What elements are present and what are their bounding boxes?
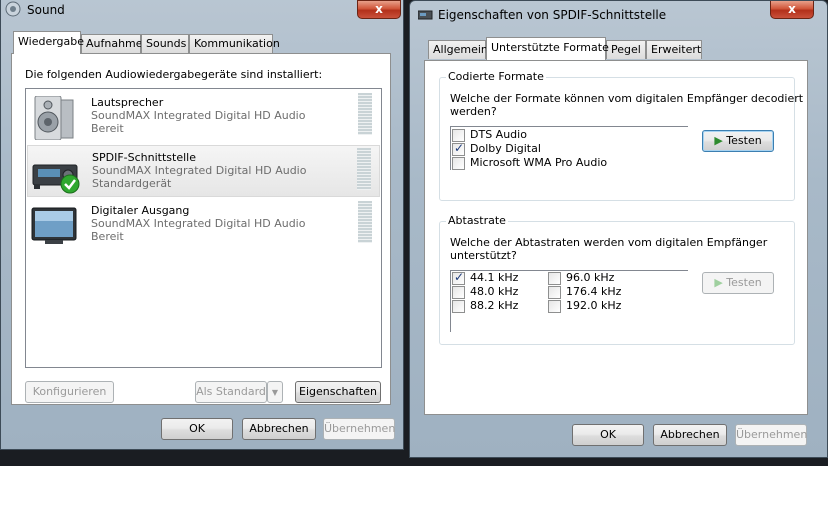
set-default-button[interactable]: Als Standard — [195, 381, 267, 403]
sound-apply-button[interactable]: Übernehmen — [323, 418, 395, 440]
set-default-dropdown[interactable]: ▼ — [267, 381, 283, 403]
rate-checkbox-44-1[interactable] — [452, 270, 465, 285]
set-default-label: Als Standard — [196, 385, 266, 398]
tab-label: Allgemein — [433, 43, 488, 56]
level-meter — [357, 148, 371, 190]
playback-panel: Die folgenden Audiowiedergabegeräte sind… — [11, 53, 391, 405]
properties-button[interactable]: Eigenschaften — [295, 381, 381, 403]
sample-rate-question: Welche der Abtastraten werden vom digita… — [450, 236, 768, 249]
level-meter — [358, 201, 372, 243]
sound-content: Wiedergabe Aufnahme Sounds Kommunikation… — [9, 29, 393, 411]
encoded-formats-group: Codierte Formate Welche der Formate könn… — [439, 70, 803, 201]
sound-titlebar[interactable]: Sound x — [1, 0, 403, 21]
default-device-check-icon — [60, 174, 80, 194]
tab-erweitert[interactable]: Erweitert — [646, 40, 702, 59]
sound-app-icon — [5, 1, 21, 17]
tab-aufnahme[interactable]: Aufnahme — [81, 34, 143, 53]
chevron-down-icon: ▼ — [271, 388, 279, 397]
sound-window-title: Sound — [27, 3, 65, 17]
props-close-button[interactable]: x — [770, 1, 814, 19]
encoded-test-label: Testen — [726, 134, 762, 147]
encoded-question: Welche der Formate können vom digitalen … — [450, 92, 804, 105]
device-driver: SoundMAX Integrated Digital HD Audio — [92, 164, 307, 177]
props-window-title: Eigenschaften von SPDIF-Schnittstelle — [438, 8, 667, 22]
device-name: SPDIF-Schnittstelle — [92, 151, 196, 164]
device-item-spdif[interactable]: SPDIF-Schnittstelle SoundMAX Integrated … — [27, 145, 380, 197]
props-cancel-button[interactable]: Abbrechen — [653, 424, 727, 446]
device-item-digitaler-ausgang[interactable]: Digitaler Ausgang SoundMAX Integrated Di… — [27, 199, 380, 251]
format-label-dts: DTS Audio — [470, 128, 527, 141]
tab-pegel[interactable]: Pegel — [606, 40, 646, 59]
sample-rate-question-line2: unterstützt? — [450, 249, 517, 262]
spdif-properties-window: Eigenschaften von SPDIF-Schnittstelle x … — [409, 0, 828, 458]
props-content: Allgemein Unterstützte Formate Pegel Erw… — [418, 33, 814, 419]
rate-label: 176.4 kHz — [566, 285, 622, 298]
sound-close-button[interactable]: x — [357, 0, 401, 19]
tab-allgemein[interactable]: Allgemein — [428, 40, 488, 59]
encoded-test-button[interactable]: ▶ Testen — [702, 130, 774, 152]
tab-label: Aufnahme — [86, 37, 143, 50]
rate-checkbox-88-2[interactable] — [452, 300, 465, 313]
sound-ok-button[interactable]: OK — [161, 418, 233, 440]
sample-rate-title: Abtastrate — [446, 214, 508, 227]
level-meter — [358, 93, 372, 135]
tab-kommunikation[interactable]: Kommunikation — [189, 34, 280, 53]
format-label-wma: Microsoft WMA Pro Audio — [470, 156, 608, 169]
play-icon: ▶ — [714, 276, 723, 289]
encoded-question-line2: werden? — [450, 105, 497, 118]
monitor-icon — [31, 207, 77, 244]
tab-label: Pegel — [611, 43, 641, 56]
rate-label: 192.0 kHz — [566, 299, 622, 312]
tab-label: Sounds — [146, 37, 187, 50]
formats-panel: Codierte Formate Welche der Formate könn… — [424, 60, 808, 415]
device-list[interactable]: Lautsprecher SoundMAX Integrated Digital… — [25, 88, 382, 368]
sample-rate-group: Abtastrate Welche der Abtastraten werden… — [439, 214, 795, 345]
devices-instruction: Die folgenden Audiowiedergabegeräte sind… — [25, 68, 323, 81]
sample-rate-test-label: Testen — [726, 276, 762, 289]
play-icon: ▶ — [714, 134, 723, 147]
rate-checkbox-96[interactable] — [548, 272, 561, 285]
rate-checkbox-176-4[interactable] — [548, 286, 561, 299]
speaker-small-icon — [418, 10, 433, 20]
sample-rate-test-button[interactable]: ▶ Testen — [702, 272, 774, 294]
rate-label: 96.0 kHz — [566, 271, 615, 284]
props-titlebar[interactable]: Eigenschaften von SPDIF-Schnittstelle x — [410, 1, 827, 27]
device-driver: SoundMAX Integrated Digital HD Audio — [91, 217, 306, 230]
tab-label: Wiedergabe — [18, 35, 85, 48]
tab-label: Erweitert — [651, 43, 702, 56]
tab-label: Unterstützte Formate — [491, 41, 609, 54]
rate-label: 48.0 kHz — [470, 285, 519, 298]
sound-cancel-button[interactable]: Abbrechen — [242, 418, 316, 440]
format-label-dolby: Dolby Digital — [470, 142, 541, 155]
device-item-lautsprecher[interactable]: Lautsprecher SoundMAX Integrated Digital… — [27, 91, 380, 143]
encoded-formats-title: Codierte Formate — [446, 70, 546, 83]
device-name: Lautsprecher — [91, 96, 164, 109]
sound-window: Sound x Wiedergabe Aufnahme Sounds Kommu… — [0, 0, 404, 450]
tab-sounds[interactable]: Sounds — [141, 34, 189, 53]
rate-checkbox-192[interactable] — [548, 300, 561, 313]
rate-checkbox-48[interactable] — [452, 286, 465, 299]
tab-wiedergabe[interactable]: Wiedergabe — [13, 31, 85, 54]
device-driver: SoundMAX Integrated Digital HD Audio — [91, 109, 306, 122]
device-status: Standardgerät — [92, 177, 172, 190]
rate-label: 88.2 kHz — [470, 299, 519, 312]
configure-button[interactable]: Konfigurieren — [25, 381, 114, 403]
format-checkbox-dolby[interactable] — [452, 141, 465, 156]
props-apply-button[interactable]: Übernehmen — [735, 424, 807, 446]
props-ok-button[interactable]: OK — [572, 424, 644, 446]
tab-unterstuetzte-formate[interactable]: Unterstützte Formate — [486, 37, 609, 60]
tab-label: Kommunikation — [194, 37, 280, 50]
desktop-stage: Sound x Wiedergabe Aufnahme Sounds Kommu… — [0, 0, 828, 513]
rate-label: 44.1 kHz — [470, 271, 519, 284]
speaker-icon — [34, 96, 74, 140]
format-checkbox-wma[interactable] — [452, 157, 465, 170]
device-status: Bereit — [91, 230, 124, 243]
device-name: Digitaler Ausgang — [91, 204, 190, 217]
device-status: Bereit — [91, 122, 124, 135]
